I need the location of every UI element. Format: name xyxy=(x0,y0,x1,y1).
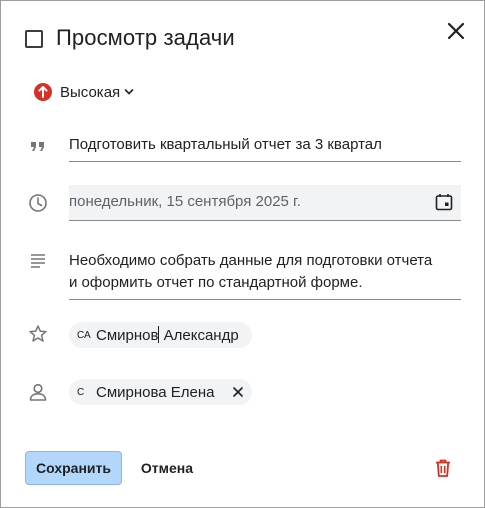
calendar-icon[interactable] xyxy=(435,193,453,211)
delete-icon[interactable] xyxy=(433,458,453,478)
watcher-name: Смирнова Елена xyxy=(96,383,215,401)
due-date-field[interactable]: понедельник, 15 сентября 2025 г. xyxy=(69,185,461,221)
star-icon xyxy=(29,325,47,342)
complete-checkbox[interactable] xyxy=(25,30,43,48)
notes-icon xyxy=(31,254,45,268)
description-line-2: и оформить отчет по стандартной форме. xyxy=(69,274,363,291)
close-icon[interactable] xyxy=(445,20,467,42)
cancel-button[interactable]: Отмена xyxy=(131,451,203,485)
task-title-input[interactable]: Подготовить квартальный отчет за 3 кварт… xyxy=(69,134,461,162)
assignee-initials: СА xyxy=(77,329,91,341)
description-line-1: Необходимо собрать данные для подготовки… xyxy=(69,252,433,269)
quote-icon xyxy=(31,142,44,151)
save-button[interactable]: Сохранить xyxy=(25,451,122,485)
assignee-name: Смирнов Александр xyxy=(96,326,239,344)
chevron-down-icon xyxy=(124,89,134,95)
task-title-text: Подготовить квартальный отчет за 3 кварт… xyxy=(69,136,382,153)
clock-icon xyxy=(29,194,47,212)
priority-label: Высокая xyxy=(60,83,121,101)
description-input[interactable]: Необходимо собрать данные для подготовки… xyxy=(69,250,461,300)
priority-high-icon xyxy=(34,83,52,101)
watcher-chip[interactable]: С Смирнова Елена xyxy=(69,379,252,405)
page-title: Просмотр задачи xyxy=(56,25,235,50)
watcher-initials: С xyxy=(77,386,85,398)
person-icon xyxy=(29,383,47,401)
due-date-text: понедельник, 15 сентября 2025 г. xyxy=(69,193,301,210)
task-dialog: Просмотр задачи Высокая Подготовить квар… xyxy=(0,0,485,508)
assignee-chip[interactable]: СА Смирнов Александр xyxy=(69,322,252,348)
priority-dropdown[interactable]: Высокая xyxy=(34,82,134,102)
remove-watcher-icon[interactable] xyxy=(232,386,244,398)
